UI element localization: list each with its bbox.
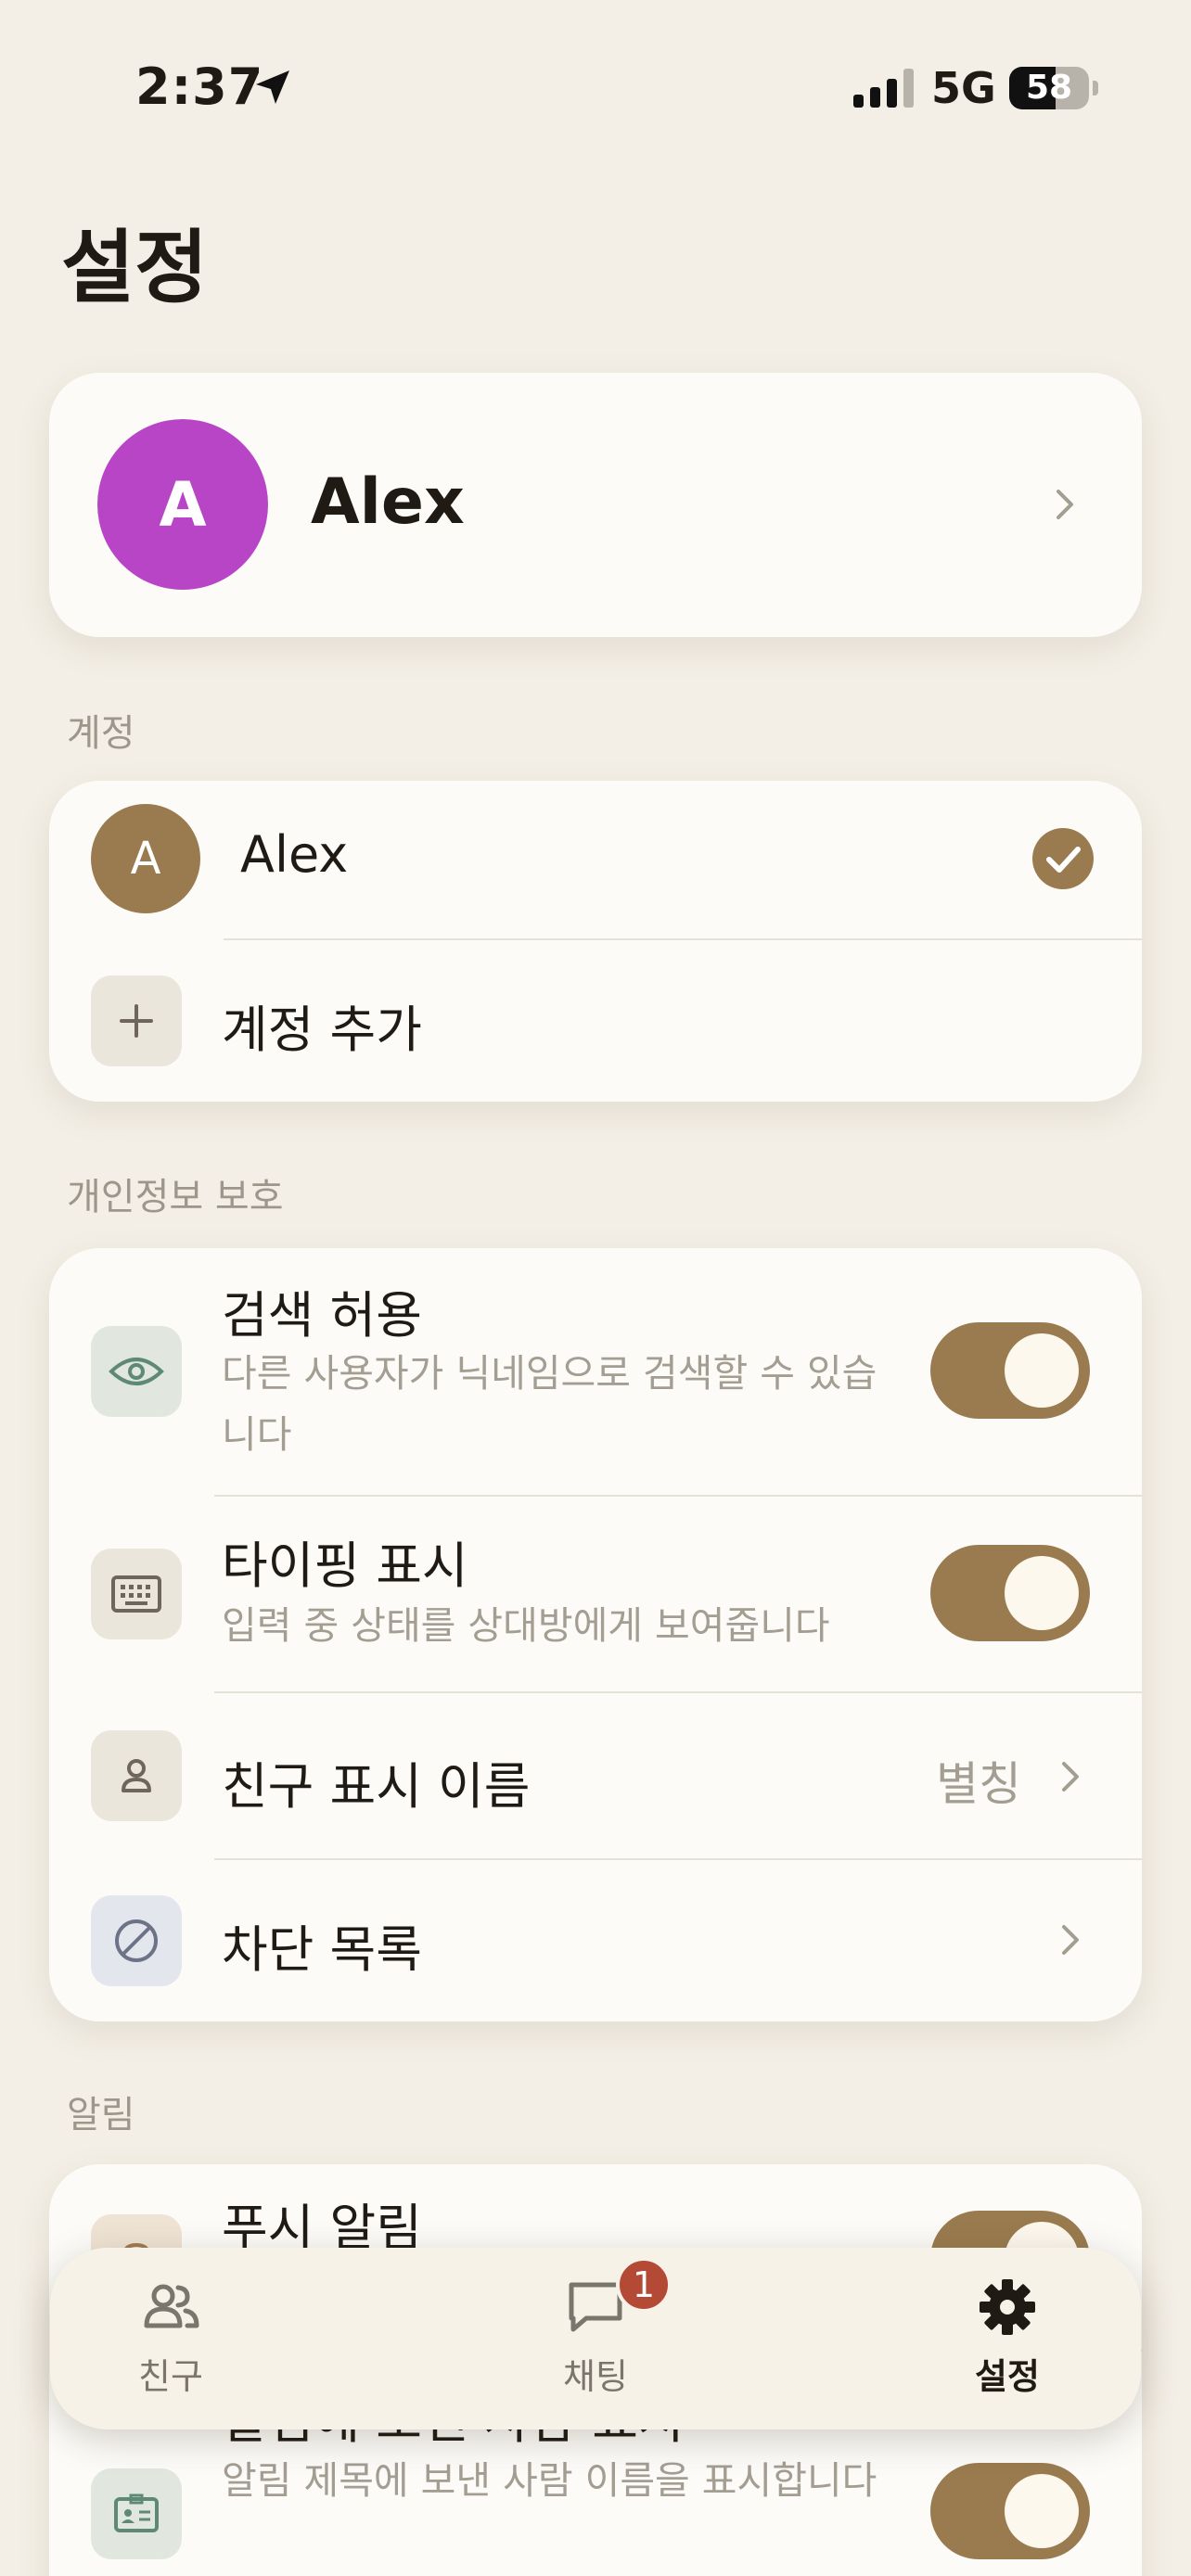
keyboard-icon — [91, 1549, 182, 1639]
chevron-right-icon — [1057, 490, 1073, 519]
setting-row-search-allow: 검색 허용 다른 사용자가 닉네임으로 검색할 수 있습니다 — [49, 1248, 1142, 1495]
gear-icon — [980, 2279, 1035, 2335]
section-label-privacy: 개인정보 보호 — [67, 1176, 284, 1218]
setting-row-friend-display-name[interactable]: 친구 표시 이름 별칭 — [49, 1693, 1142, 1858]
tab-label: 설정 — [975, 2356, 1040, 2397]
setting-value: 별칭 — [936, 1757, 1021, 1811]
location-arrow-icon — [256, 70, 289, 104]
battery-percent: 58 — [1025, 69, 1073, 107]
tab-chat[interactable]: 1 채팅 — [475, 2248, 716, 2429]
setting-subtitle: 입력 중 상태를 상대방에게 보여줍니다 — [222, 1603, 830, 1648]
id-card-icon — [91, 2468, 182, 2559]
add-account-label: 계정 추가 — [222, 1001, 422, 1059]
account-card: A Alex 계정 추가 — [49, 781, 1142, 1102]
setting-row-typing: 타이핑 표시 입력 중 상태를 상대방에게 보여줍니다 — [49, 1497, 1142, 1691]
setting-subtitle: 알림 제목에 보낸 사람 이름을 표시합니다 — [222, 2458, 877, 2503]
add-account-button[interactable]: 계정 추가 — [49, 940, 1142, 1102]
eye-icon — [91, 1326, 182, 1417]
person-icon — [91, 1730, 182, 1821]
chevron-right-icon — [1062, 1925, 1079, 1955]
show-sender-toggle[interactable] — [930, 2463, 1090, 2559]
account-avatar: A — [91, 804, 200, 913]
section-label-notifications: 알림 — [67, 2094, 135, 2136]
section-label-account: 계정 — [67, 712, 135, 755]
battery-indicator: 58 — [1009, 67, 1098, 109]
tab-label: 친구 — [138, 2356, 203, 2397]
setting-subtitle: 다른 사용자가 닉네임으로 검색할 수 있습니다 — [222, 1351, 877, 1457]
cellular-signal-icon — [853, 69, 914, 108]
tab-bar: 친구 1 채팅 설정 — [50, 2248, 1141, 2429]
profile-avatar: A — [97, 419, 268, 590]
plus-icon — [91, 976, 182, 1066]
setting-title: 친구 표시 이름 — [222, 1757, 531, 1816]
page-title: 설정 — [61, 222, 209, 314]
status-time: 2:37 — [135, 57, 264, 116]
setting-row-block-list[interactable]: 차단 목록 — [49, 1860, 1142, 2021]
setting-title: 검색 허용 — [222, 1286, 422, 1345]
check-circle-icon — [1032, 828, 1094, 889]
profile-card[interactable]: A Alex — [49, 373, 1142, 637]
block-icon — [91, 1895, 182, 1986]
friends-icon — [144, 2284, 199, 2328]
privacy-card: 검색 허용 다른 사용자가 닉네임으로 검색할 수 있습니다 타이핑 표시 입력… — [49, 1248, 1142, 2021]
typing-indicator-toggle[interactable] — [930, 1545, 1090, 1641]
status-bar: 2:37 5G 58 — [0, 0, 1191, 139]
search-allow-toggle[interactable] — [930, 1322, 1090, 1419]
network-type: 5G — [931, 63, 996, 113]
account-row-alex[interactable]: A Alex — [49, 781, 1142, 938]
tab-friends[interactable]: 친구 — [50, 2248, 291, 2429]
chevron-right-icon — [1062, 1762, 1079, 1792]
chat-unread-badge: 1 — [616, 2257, 672, 2313]
setting-title: 차단 목록 — [222, 1920, 422, 1979]
tab-settings[interactable]: 설정 — [887, 2248, 1128, 2429]
profile-name: Alex — [311, 465, 465, 539]
setting-title: 타이핑 표시 — [222, 1537, 468, 1595]
account-name: Alex — [240, 825, 349, 884]
tab-label: 채팅 — [563, 2356, 628, 2397]
